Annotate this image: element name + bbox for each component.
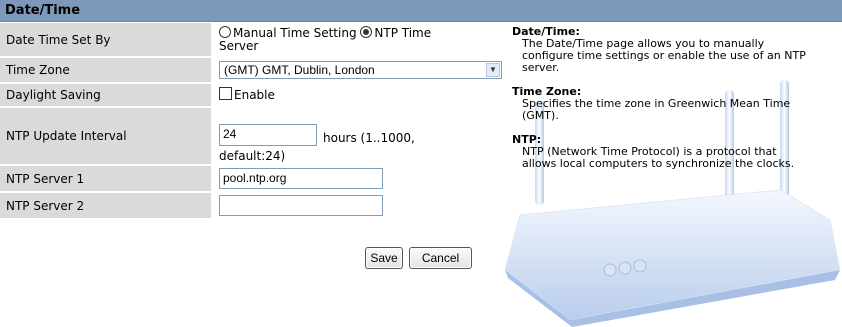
router-button-1 xyxy=(603,263,617,277)
radio-ntp-time[interactable]: NTP Time xyxy=(360,26,431,40)
row-ntp-server-1: NTP Server 1 pool.ntp.org xyxy=(0,166,508,191)
save-button[interactable]: Save xyxy=(365,247,403,269)
ntp-update-interval-value: 24 hours (1..1000, default:24) xyxy=(213,108,508,164)
row-daylight-saving: Daylight Saving Enable xyxy=(0,84,508,106)
ntp-server-1-input[interactable]: pool.ntp.org xyxy=(219,168,383,189)
ntp-server-2-label: NTP Server 2 xyxy=(0,193,211,218)
cancel-button[interactable]: Cancel xyxy=(409,247,472,269)
ntp-server-2-input[interactable] xyxy=(219,195,383,216)
help-ntp-line-2: allows local computers to synchronize th… xyxy=(522,157,795,170)
help-date-time-line-2: configure time settings or enable the us… xyxy=(522,49,806,62)
daylight-saving-label: Daylight Saving xyxy=(0,84,211,106)
radio-manual-label[interactable]: Manual Time Setting xyxy=(233,26,357,40)
radio-ntp-icon[interactable] xyxy=(360,26,373,38)
time-zone-value: (GMT) GMT, Dublin, London ▼ xyxy=(213,58,508,82)
chevron-down-icon[interactable]: ▼ xyxy=(486,63,500,77)
daylight-saving-enable-label[interactable]: Enable xyxy=(234,88,275,102)
router-button-3 xyxy=(633,259,647,273)
page-title-bar: Date/Time xyxy=(0,0,842,22)
date-time-set-by-value: Manual Time Setting NTP Time Server xyxy=(213,23,508,56)
ntp-update-interval-hint: hours (1..1000, xyxy=(323,131,415,145)
row-date-time-set-by: Date Time Set By Manual Time Setting NTP… xyxy=(0,23,508,56)
radio-ntp-label[interactable]: NTP Time xyxy=(374,26,431,40)
help-time-zone-line-1: Specifies the time zone in Greenwich Mea… xyxy=(522,97,791,110)
row-time-zone: Time Zone (GMT) GMT, Dublin, London ▼ xyxy=(0,58,508,82)
row-ntp-server-2: NTP Server 2 xyxy=(0,193,508,218)
ntp-update-interval-input[interactable]: 24 xyxy=(219,124,317,146)
ntp-server-2-value xyxy=(213,193,508,218)
page-title: Date/Time xyxy=(5,3,81,18)
help-date-time-line-3: server. xyxy=(522,61,560,74)
help-time-zone-line-2: (GMT). xyxy=(522,109,559,122)
radio-manual-time[interactable]: Manual Time Setting xyxy=(219,26,357,40)
router-body xyxy=(504,189,841,321)
help-panel: Date/Time: The Date/Time page allows you… xyxy=(512,26,837,170)
daylight-saving-checkbox[interactable] xyxy=(219,87,232,100)
time-zone-selected-value: (GMT) GMT, Dublin, London xyxy=(224,63,375,77)
date-time-set-by-label: Date Time Set By xyxy=(0,23,211,56)
ntp-server-1-value: pool.ntp.org xyxy=(213,166,508,191)
router-button-2 xyxy=(618,261,632,275)
row-ntp-update-interval: NTP Update Interval 24 hours (1..1000, d… xyxy=(0,108,508,164)
time-zone-label: Time Zone xyxy=(0,58,211,82)
ntp-update-interval-label: NTP Update Interval xyxy=(0,108,211,164)
radio-manual-icon[interactable] xyxy=(219,26,231,38)
time-zone-select[interactable]: (GMT) GMT, Dublin, London ▼ xyxy=(219,61,502,79)
ntp-server-1-label: NTP Server 1 xyxy=(0,166,211,191)
daylight-saving-value: Enable xyxy=(213,84,508,106)
radio-ntp-label-line2[interactable]: Server xyxy=(219,39,258,53)
ntp-update-interval-hint-line2: default:24) xyxy=(219,149,286,163)
